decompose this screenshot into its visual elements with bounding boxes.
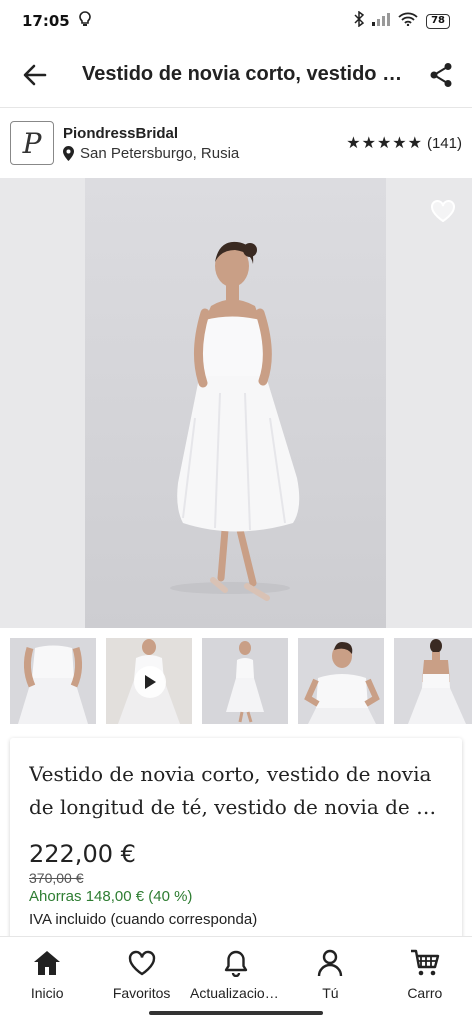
heart-icon (128, 947, 156, 979)
play-icon[interactable] (134, 666, 166, 698)
shop-location: San Petersburgo, Rusia (63, 145, 239, 162)
nav-label-tu: Tú (322, 985, 339, 1001)
shop-row[interactable]: P PiondressBridal San Petersburgo, Rusia… (0, 108, 472, 178)
user-icon (317, 947, 343, 979)
heart-icon (431, 200, 455, 223)
app-bar: Vestido de novia corto, vestido de novia… (0, 42, 472, 108)
review-count: (141) (426, 134, 462, 152)
cart-icon (410, 947, 440, 979)
nav-item-inicio[interactable]: Inicio (0, 937, 94, 1024)
back-arrow-icon[interactable] (18, 58, 52, 92)
status-time: 17:05 (22, 12, 70, 30)
home-indicator (149, 1011, 323, 1015)
thumbnail-3[interactable] (202, 638, 288, 724)
thumbnail-video[interactable] (106, 638, 192, 724)
shop-info: PiondressBridal San Petersburgo, Rusia (63, 125, 239, 162)
product-photo (85, 178, 386, 628)
bottom-navigation: Inicio Favoritos Actualizaciones Tú Carr… (0, 936, 472, 1024)
thumbnail-4[interactable] (298, 638, 384, 724)
wifi-icon (398, 12, 418, 30)
product-price: 222,00 € (29, 840, 136, 868)
tax-note: IVA incluido (cuando corresponda) (29, 911, 258, 928)
rating-stars: ★★★★★ (346, 135, 423, 152)
savings-text: Ahorras 148,00 € (40 %) (29, 888, 193, 905)
nav-label-carro: Carro (407, 985, 443, 1001)
shop-name[interactable]: PiondressBridal (63, 125, 239, 142)
nav-item-carro[interactable]: Carro (378, 937, 472, 1024)
page-title: Vestido de novia corto, vestido de novia… (82, 63, 410, 85)
thumbnail-1[interactable] (10, 638, 96, 724)
nav-label-actualizaciones: Actualizaciones (190, 985, 283, 1001)
bell-icon (223, 947, 249, 979)
shop-location-text: San Petersburgo, Rusia (80, 144, 240, 162)
shop-rating[interactable]: ★★★★★ (141) (346, 133, 462, 153)
nav-label-favoritos: Favoritos (112, 985, 171, 1001)
thumbnail-5[interactable] (394, 638, 472, 724)
notification-icon (78, 11, 92, 31)
thumbnail-strip (10, 638, 472, 724)
shop-logo[interactable]: P (10, 121, 54, 165)
bluetooth-icon (354, 10, 365, 31)
product-card: Vestido de novia corto, vestido de novia… (10, 738, 462, 948)
location-pin-icon (63, 145, 74, 161)
status-bar: 17:05 78 (0, 0, 472, 42)
battery-indicator: 78 (426, 13, 450, 29)
original-price: 370,00 € (29, 870, 84, 886)
product-title-line-1: Vestido de novia corto, vestido de novia (29, 762, 432, 786)
main-product-image[interactable] (0, 178, 472, 628)
favorite-heart-button[interactable] (428, 196, 458, 226)
home-icon (33, 947, 61, 979)
nav-label-inicio: Inicio (30, 985, 64, 1001)
share-icon[interactable] (424, 58, 458, 92)
product-title-line-2: de longitud de té, vestido de novia de n… (29, 795, 442, 819)
signal-icon (372, 12, 391, 30)
product-title[interactable]: Vestido de novia corto, vestido de novia… (29, 758, 442, 824)
